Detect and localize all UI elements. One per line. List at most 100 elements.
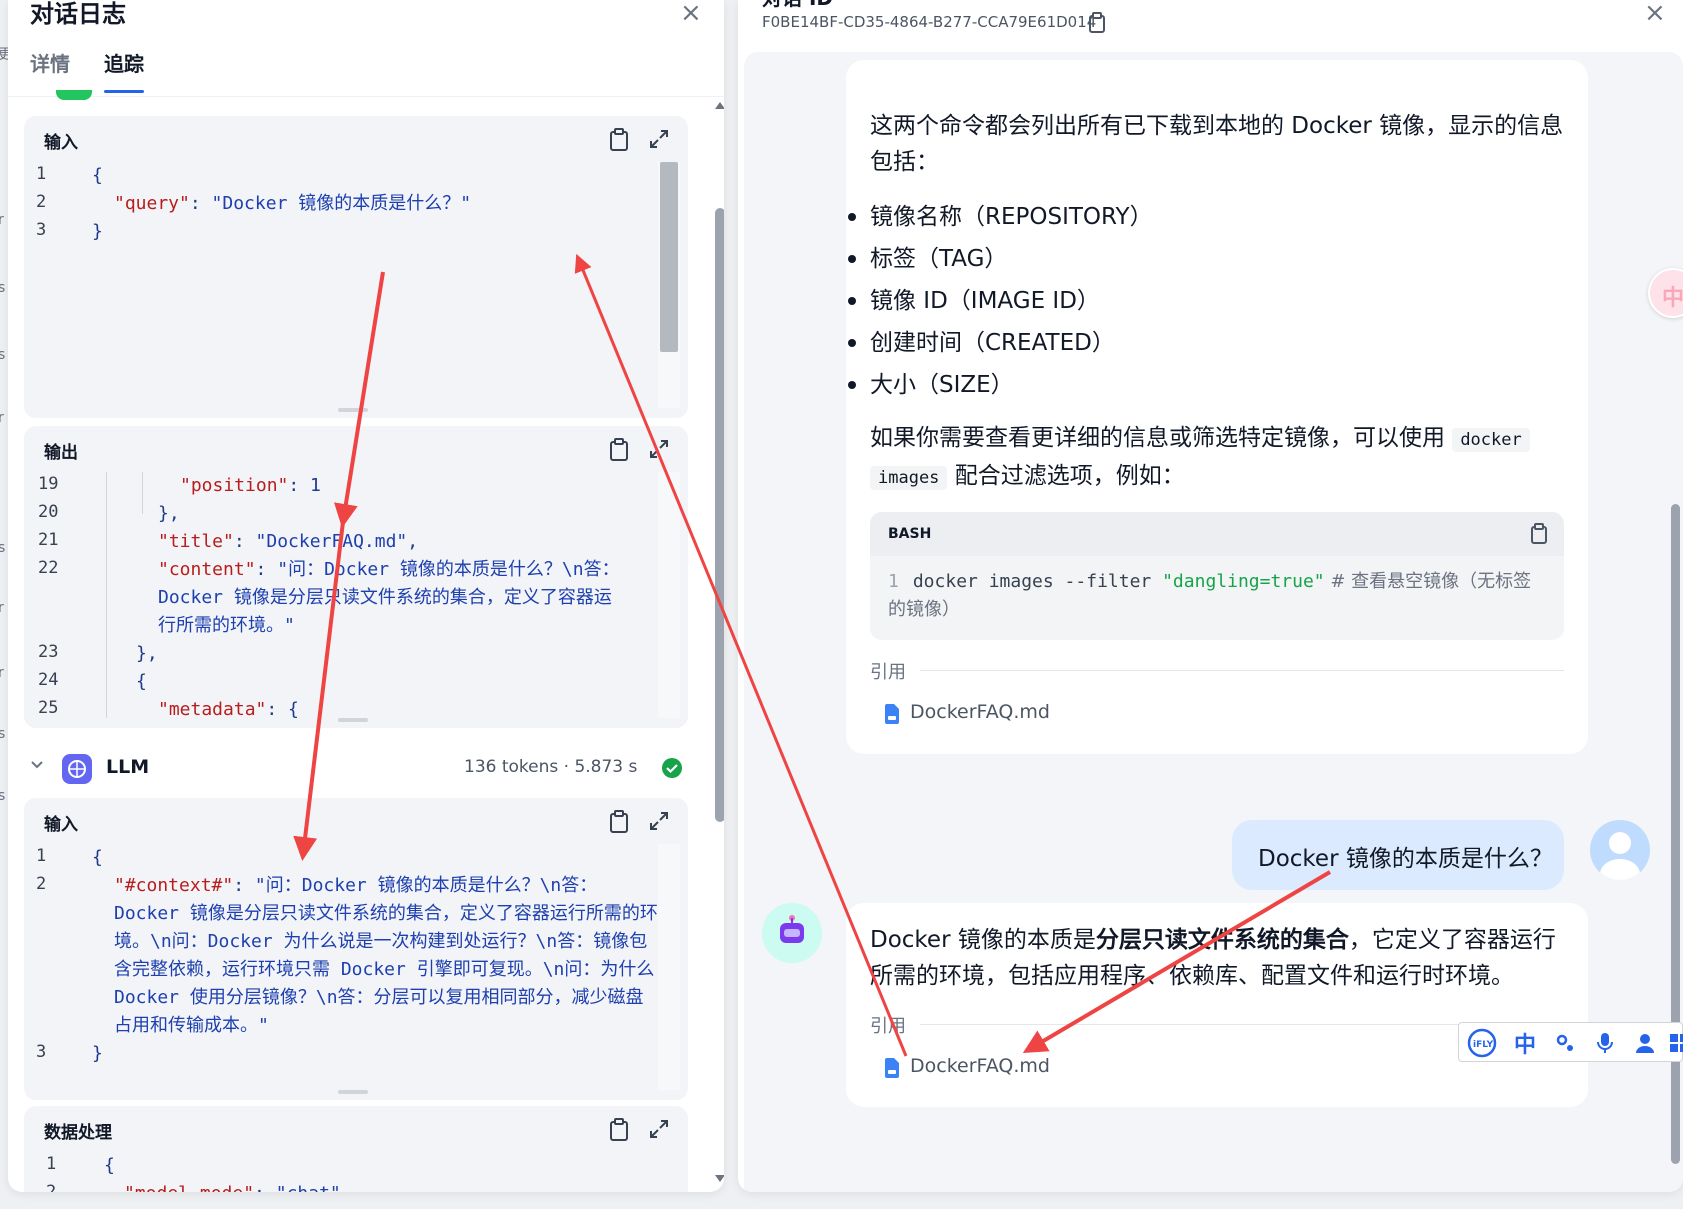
panel-scrollbar[interactable] (712, 100, 724, 1190)
left-edge-clipped-text: 更 r s s r s r r s s (0, 0, 12, 1209)
card-header: 数据处理 (24, 1106, 688, 1152)
expand-icon[interactable] (648, 438, 670, 460)
card-scrollbar[interactable] (658, 162, 680, 408)
grid-icon[interactable] (1665, 1029, 1683, 1057)
tab-details[interactable]: 详情 (30, 48, 70, 77)
code-line: "#context#": "问：Docker 镜像的本质是什么？\n答：Dock… (114, 875, 658, 1036)
json-key: "position" (180, 475, 289, 496)
indent-guide (106, 472, 107, 718)
expand-icon[interactable] (648, 1118, 670, 1140)
card-scrollbar[interactable] (658, 844, 680, 1090)
code-line: } (92, 1043, 103, 1064)
json-punct: : 1 (288, 475, 321, 496)
llm-node-header[interactable]: LLM 136 tokens · 5.873 s (24, 748, 688, 790)
code-viewer[interactable]: 19 "position": 1 20 }, 21 "title": "Dock… (24, 472, 660, 718)
card-header: 输出 (24, 426, 688, 472)
copy-icon[interactable] (608, 438, 630, 462)
citation-label: 引用 (870, 1016, 906, 1037)
ifly-logo-icon[interactable]: iFLY (1465, 1028, 1499, 1058)
conversation-log-panel: 对话日志 × 详情 追踪 输入 1 { 2 "query": "Docker 镜… (8, 0, 724, 1192)
line-number: 25 (38, 698, 59, 718)
edge-char: s (0, 347, 6, 363)
resize-handle[interactable] (338, 408, 368, 412)
expand-icon[interactable] (648, 810, 670, 832)
code-line: }, (136, 643, 158, 664)
card-scrollbar[interactable] (658, 472, 680, 718)
line-number: 3 (36, 1042, 47, 1062)
trace-output-card: 输出 19 "position": 1 20 }, 21 "title": "D… (24, 426, 688, 728)
code-viewer[interactable]: 1 { 2 "#context#": "问：Docker 镜像的本质是什么？\n… (24, 844, 660, 1090)
json-key: "query" (114, 193, 190, 214)
copy-icon[interactable] (1088, 12, 1106, 34)
message-paragraph: Docker 镜像的本质是分层只读文件系统的集合，它定义了容器运行所需的环境，包… (870, 922, 1564, 994)
list-item: 创建时间（CREATED） (848, 322, 1153, 364)
card-title: 输出 (44, 443, 78, 463)
resize-handle[interactable] (338, 718, 368, 722)
code-language: BASH (888, 526, 932, 542)
copy-icon[interactable] (608, 128, 630, 152)
chevron-down-icon[interactable] (30, 758, 44, 772)
resize-handle[interactable] (338, 1090, 368, 1094)
copy-icon[interactable] (608, 1118, 630, 1142)
code-line: "model_mode": "chat" (124, 1180, 341, 1192)
line-number: 1 (36, 846, 47, 866)
llm-input-card: 输入 1 { 2 "#context#": "问：Docker 镜像的本质是什么… (24, 798, 688, 1100)
microphone-icon[interactable] (1591, 1029, 1619, 1057)
punctuation-icon[interactable] (1551, 1029, 1579, 1057)
scroll-up-icon[interactable] (714, 100, 724, 110)
scroll-thumb[interactable] (715, 208, 724, 822)
card-title: 数据处理 (44, 1123, 112, 1143)
user-message: Docker 镜像的本质是什么？ (1232, 820, 1564, 890)
user-icon[interactable] (1631, 1029, 1659, 1057)
inline-code: images (870, 466, 948, 490)
indent-guide (142, 472, 143, 514)
copy-icon[interactable] (1530, 523, 1548, 545)
user-avatar (1590, 820, 1650, 880)
edge-char: s (0, 280, 6, 296)
code-line: "metadata": { (158, 696, 299, 718)
json-punct: : { (266, 699, 299, 718)
expand-icon[interactable] (648, 128, 670, 150)
node-metrics: 136 tokens · 5.873 s (464, 757, 638, 777)
scroll-down-icon[interactable] (714, 1174, 724, 1184)
citation-chip[interactable]: DockerFAQ.md (870, 694, 1050, 734)
edge-char: s (0, 540, 6, 556)
line-number: 3 (36, 220, 47, 240)
scroll-thumb[interactable] (1671, 504, 1680, 1164)
edge-char: r (0, 212, 4, 228)
tab-trace[interactable]: 追踪 (104, 48, 144, 93)
card-title: 输入 (44, 815, 78, 835)
copy-icon[interactable] (608, 810, 630, 834)
code-line: } (92, 221, 103, 242)
code-content[interactable]: 1 docker images --filter "dangling=true" … (888, 568, 1548, 624)
ime-chinese-mode[interactable]: 中 (1511, 1029, 1539, 1058)
data-processing-card: 数据处理 1 { 2 "model_mode": "chat" (24, 1106, 688, 1192)
message-bullet-list: 镜像名称（REPOSITORY） 标签（TAG） 镜像 ID（IMAGE ID）… (848, 196, 1153, 406)
line-number: 1 (888, 571, 899, 592)
conversation-id: F0BE14BF-CD35-4864-B277-CCA79E61D014 (762, 13, 1097, 31)
json-value: "chat" (276, 1183, 341, 1192)
citation-chip[interactable]: DockerFAQ.md (870, 1048, 1050, 1088)
code-line: "position": 1 (180, 472, 321, 500)
edge-char: s (0, 726, 6, 742)
code-line: { (92, 847, 103, 868)
text-segment: Docker 镜像的本质是 (870, 927, 1096, 953)
node-status-icon (56, 90, 92, 100)
list-item: 镜像 ID（IMAGE ID） (848, 280, 1153, 322)
card-title: 输入 (44, 133, 78, 153)
code-viewer[interactable]: 1 { 2 "query": "Docker 镜像的本质是什么？" 3 } (24, 162, 660, 408)
code-block: BASH 1 docker images --filter "dangling=t… (870, 512, 1564, 640)
chat-scrollbar[interactable] (1668, 60, 1683, 1180)
code-line: "title": "DockerFAQ.md", (158, 531, 419, 552)
close-icon[interactable]: × (1644, 0, 1666, 28)
json-punct: , (407, 531, 419, 552)
line-number: 1 (46, 1154, 57, 1174)
scroll-thumb[interactable] (660, 162, 678, 352)
close-icon[interactable]: × (680, 0, 702, 28)
line-number: 21 (38, 530, 59, 550)
document-icon (885, 704, 899, 724)
code-viewer[interactable]: 1 { 2 "model_mode": "chat" (24, 1152, 660, 1192)
json-value: "DockerFAQ.md" (255, 531, 408, 552)
tabs-divider (8, 96, 724, 97)
card-header: 输入 (24, 798, 688, 844)
